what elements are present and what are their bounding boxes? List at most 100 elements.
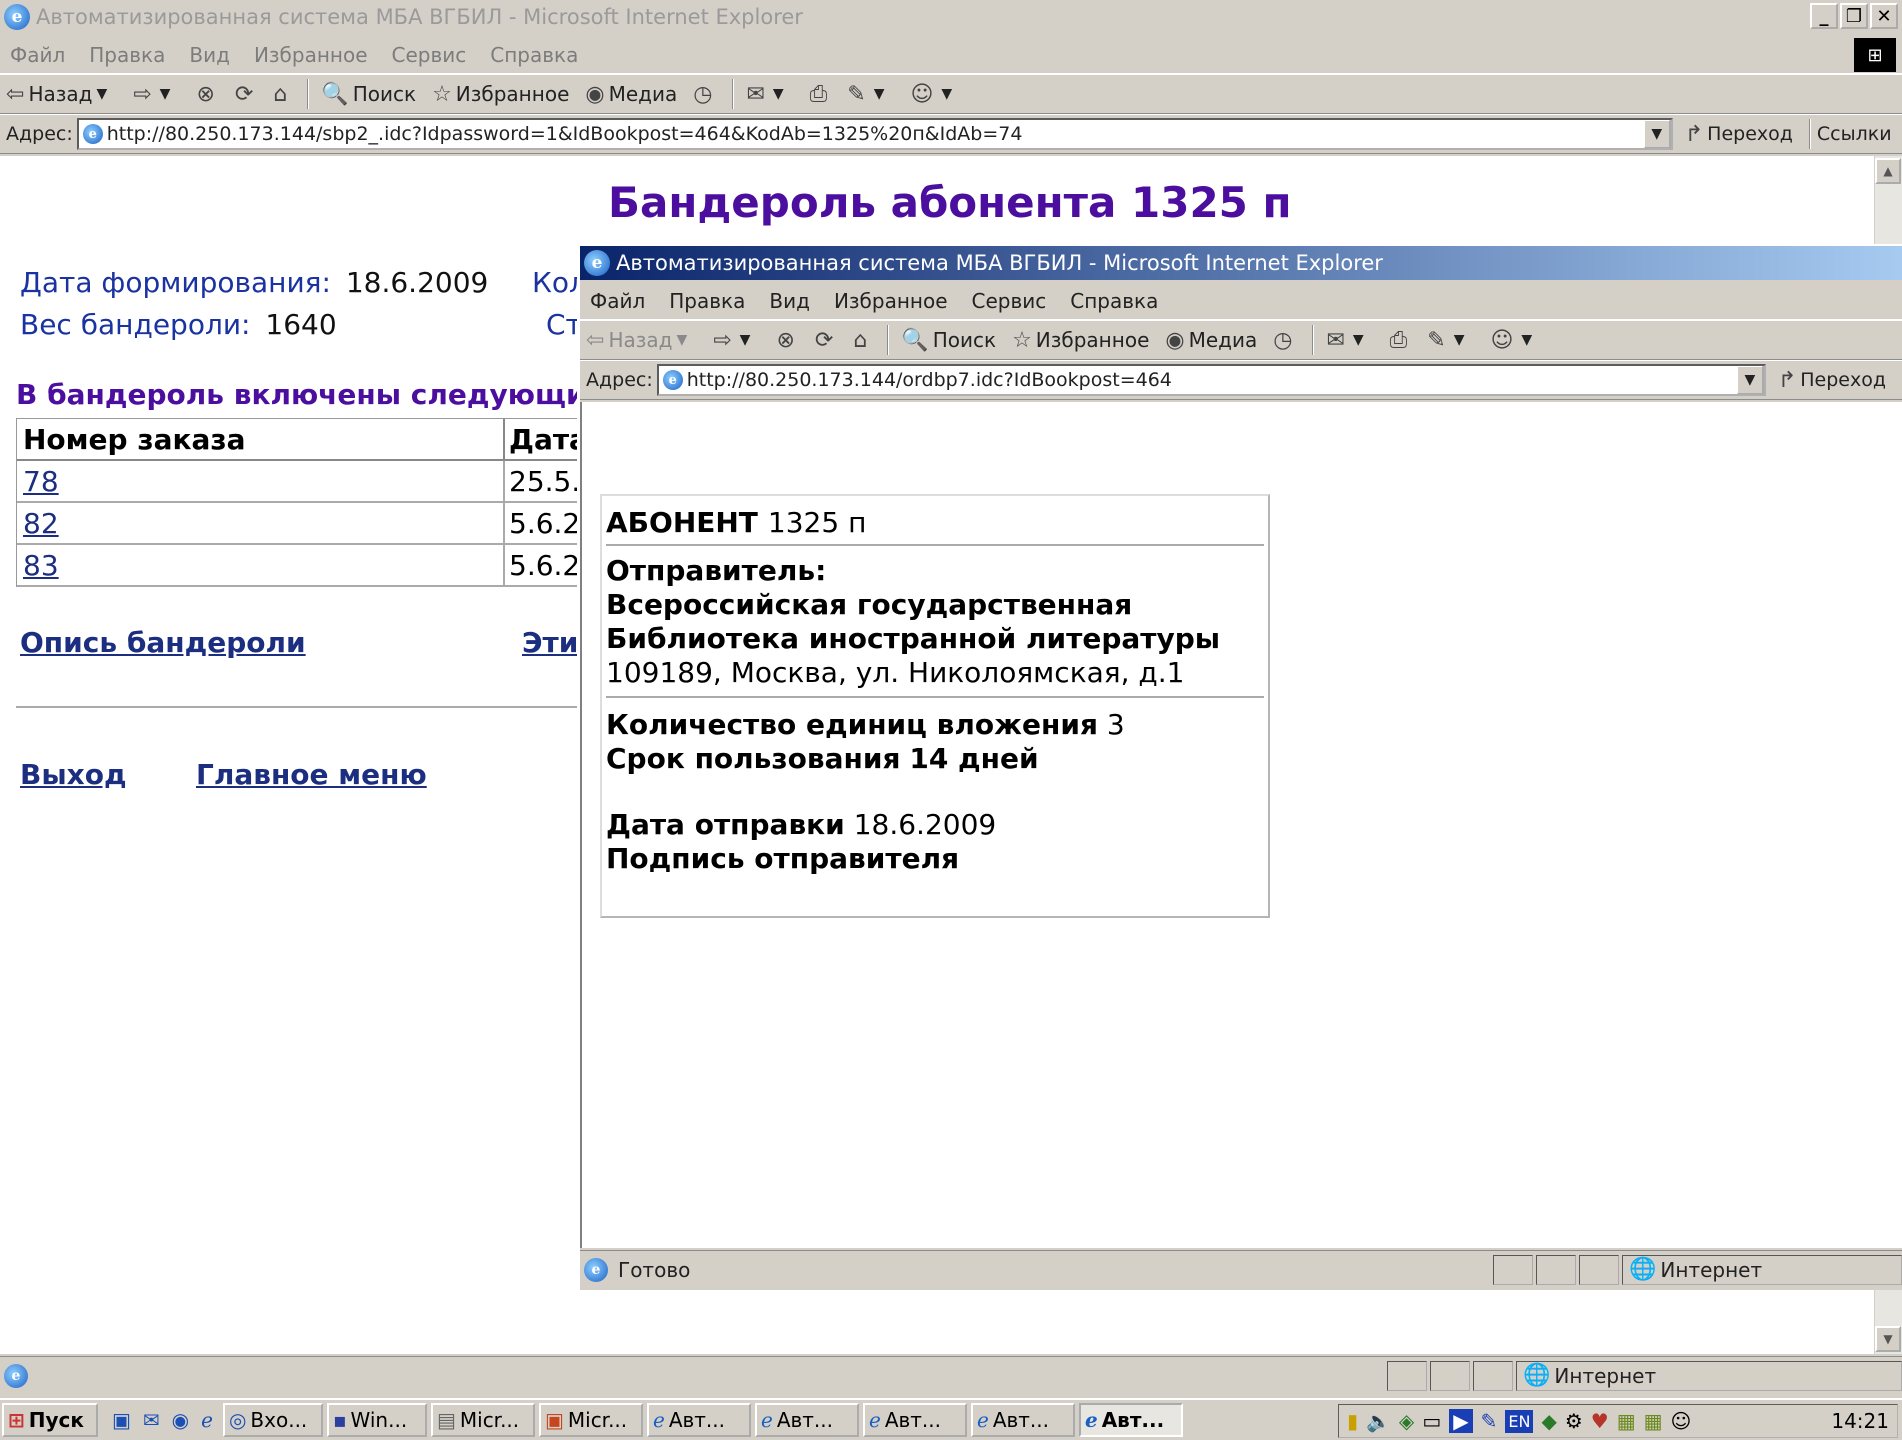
address-dropdown-button[interactable]: ▼ — [1735, 366, 1764, 394]
back-button[interactable]: ⇦ Назад ▼ — [586, 328, 697, 353]
monitor-icon[interactable]: ▭ — [1422, 1409, 1441, 1433]
edit-button[interactable]: ✎ ▼ — [847, 82, 894, 107]
task-button[interactable]: ℯ Авт... — [862, 1403, 967, 1437]
go-button[interactable]: ↱ Переход — [1685, 122, 1793, 147]
task-button[interactable]: ▣ Micr... — [538, 1403, 643, 1437]
chevron-down-icon[interactable]: ▼ — [96, 86, 107, 102]
menu-favorites[interactable]: Избранное — [834, 289, 948, 313]
exit-link[interactable]: Выход — [20, 758, 127, 791]
scroll-up-button[interactable]: ▲ — [1875, 158, 1901, 184]
inventory-link[interactable]: Опись бандероли — [20, 626, 306, 659]
network-icon[interactable]: ◈ — [1399, 1409, 1414, 1433]
mail-button[interactable]: ✉ ▼ — [1326, 328, 1373, 353]
media-button[interactable]: ◉ Медиа — [1165, 328, 1257, 353]
history-button[interactable]: ◷ — [693, 82, 716, 107]
clock[interactable]: 14:21 — [1831, 1409, 1889, 1433]
language-indicator[interactable]: EN — [1505, 1409, 1534, 1433]
order-link[interactable]: 78 — [23, 465, 59, 498]
menu-file[interactable]: Файл — [10, 43, 65, 67]
task-button[interactable]: ▪ Win... — [326, 1403, 427, 1437]
toolbar-separator — [732, 79, 735, 109]
desktop-icon[interactable]: ▣ — [112, 1408, 131, 1432]
forward-button[interactable]: ⇨ ▼ — [713, 328, 760, 353]
print-button[interactable]: ⎙ — [1390, 328, 1412, 353]
address-input[interactable]: e http://80.250.173.144/ordbp7.idc?IdBoo… — [656, 364, 1766, 396]
search-button[interactable]: 🔍 Поиск — [901, 328, 996, 353]
media-button[interactable]: ◉ Медиа — [585, 82, 677, 107]
menu-favorites[interactable]: Избранное — [254, 43, 368, 67]
task-button[interactable]: ◎ Вхо... — [222, 1403, 323, 1437]
mail-button[interactable]: ✉ ▼ — [746, 82, 793, 107]
messenger-button[interactable]: ☺ ▼ — [910, 82, 962, 107]
task-button[interactable]: ▤ Micr... — [430, 1403, 535, 1437]
order-link[interactable]: 82 — [23, 507, 59, 540]
media-player-icon[interactable]: ◉ — [172, 1408, 189, 1432]
tray-icon-generic[interactable]: ▦ — [1617, 1409, 1636, 1433]
tray-icon-generic[interactable]: ◆ — [1541, 1409, 1556, 1433]
chevron-down-icon[interactable]: ▼ — [160, 86, 171, 102]
popup-title-bar[interactable]: e Автоматизированная система МБА ВГБИЛ -… — [580, 246, 1902, 280]
main-status-bar: e 🌐 Интернет — [0, 1356, 1902, 1394]
menu-tools[interactable]: Сервис — [972, 289, 1047, 313]
forward-arrow-icon: ⇨ — [133, 81, 152, 107]
address-dropdown-button[interactable]: ▼ — [1642, 120, 1671, 148]
task-button[interactable]: ℯ Авт... — [646, 1403, 751, 1437]
address-input[interactable]: e http://80.250.173.144/sbp2_.idc?Idpass… — [76, 118, 1673, 150]
tray-icon-generic[interactable]: ♥ — [1591, 1409, 1609, 1433]
home-button[interactable]: ⌂ — [853, 328, 871, 353]
back-button[interactable]: ⇦ Назад ▼ — [6, 82, 117, 107]
ie-quicklaunch-icon[interactable]: ℯ — [201, 1408, 213, 1432]
system-tray: ▮ 🔈 ◈ ▭ ▶ ✎ EN ◆ ⚙ ♥ ▦ ▦ ☺ 14:21 — [1338, 1404, 1898, 1438]
task-button[interactable]: ℯ Авт... — [754, 1403, 859, 1437]
volume-icon[interactable]: 🔈 — [1366, 1409, 1391, 1433]
main-menu-link[interactable]: Главное меню — [196, 758, 427, 791]
menu-help[interactable]: Справка — [490, 43, 578, 67]
play-icon[interactable]: ▶ — [1449, 1409, 1473, 1433]
tray-icon-generic[interactable]: ⚙ — [1565, 1409, 1583, 1433]
tray-icon-security[interactable]: ▮ — [1347, 1409, 1358, 1433]
tray-icon-user[interactable]: ☺ — [1671, 1409, 1692, 1433]
forward-button[interactable]: ⇨ ▼ — [133, 82, 180, 107]
pen-icon[interactable]: ✎ — [1481, 1409, 1498, 1433]
refresh-icon: ⟳ — [814, 327, 834, 353]
main-title-bar[interactable]: e Автоматизированная система МБА ВГБИЛ -… — [0, 0, 1902, 34]
stop-button[interactable]: ⊗ — [196, 82, 218, 107]
go-button[interactable]: ↱ Переход — [1778, 368, 1886, 393]
favorites-button[interactable]: ☆ Избранное — [432, 82, 569, 107]
history-icon: ◷ — [1273, 327, 1293, 353]
history-button[interactable]: ◷ — [1273, 328, 1296, 353]
minimize-button[interactable]: _ — [1810, 3, 1838, 29]
home-button[interactable]: ⌂ — [273, 82, 291, 107]
sender-name-line2: Библиотека иностранной литературы — [606, 622, 1221, 655]
menu-edit[interactable]: Правка — [89, 43, 165, 67]
messenger-button[interactable]: ☺ ▼ — [1490, 328, 1542, 353]
print-button[interactable]: ⎙ — [810, 82, 832, 107]
outlook-icon[interactable]: ✉ — [143, 1408, 160, 1432]
chevron-down-icon[interactable]: ▼ — [740, 332, 751, 348]
menu-help[interactable]: Справка — [1070, 289, 1158, 313]
maximize-button[interactable]: ❐ — [1840, 3, 1868, 29]
order-link[interactable]: 83 — [23, 549, 59, 582]
menu-view[interactable]: Вид — [189, 43, 230, 67]
tray-icon-generic[interactable]: ▦ — [1644, 1409, 1663, 1433]
chevron-down-icon[interactable]: ▼ — [676, 332, 687, 348]
refresh-button[interactable]: ⟳ — [815, 328, 837, 353]
search-button[interactable]: 🔍 Поиск — [321, 82, 416, 107]
stop-button[interactable]: ⊗ — [776, 328, 798, 353]
start-button[interactable]: ⊞ Пуск — [2, 1403, 98, 1437]
address-label: Адрес: — [586, 369, 653, 391]
scroll-down-button[interactable]: ▼ — [1875, 1326, 1901, 1352]
task-button-active[interactable]: ℯ Авт... — [1078, 1403, 1183, 1437]
refresh-button[interactable]: ⟳ — [235, 82, 257, 107]
menu-file[interactable]: Файл — [590, 289, 645, 313]
menu-tools[interactable]: Сервис — [392, 43, 467, 67]
links-button[interactable]: Ссылки — [1817, 123, 1892, 145]
task-button[interactable]: ℯ Авт... — [970, 1403, 1075, 1437]
edit-button[interactable]: ✎ ▼ — [1427, 328, 1474, 353]
sender-label: Отправитель: — [606, 554, 827, 587]
menu-edit[interactable]: Правка — [669, 289, 745, 313]
favorites-button[interactable]: ☆ Избранное — [1012, 328, 1149, 353]
partial-link[interactable]: Эти — [522, 626, 578, 659]
close-button[interactable]: ✕ — [1870, 3, 1898, 29]
menu-view[interactable]: Вид — [769, 289, 810, 313]
